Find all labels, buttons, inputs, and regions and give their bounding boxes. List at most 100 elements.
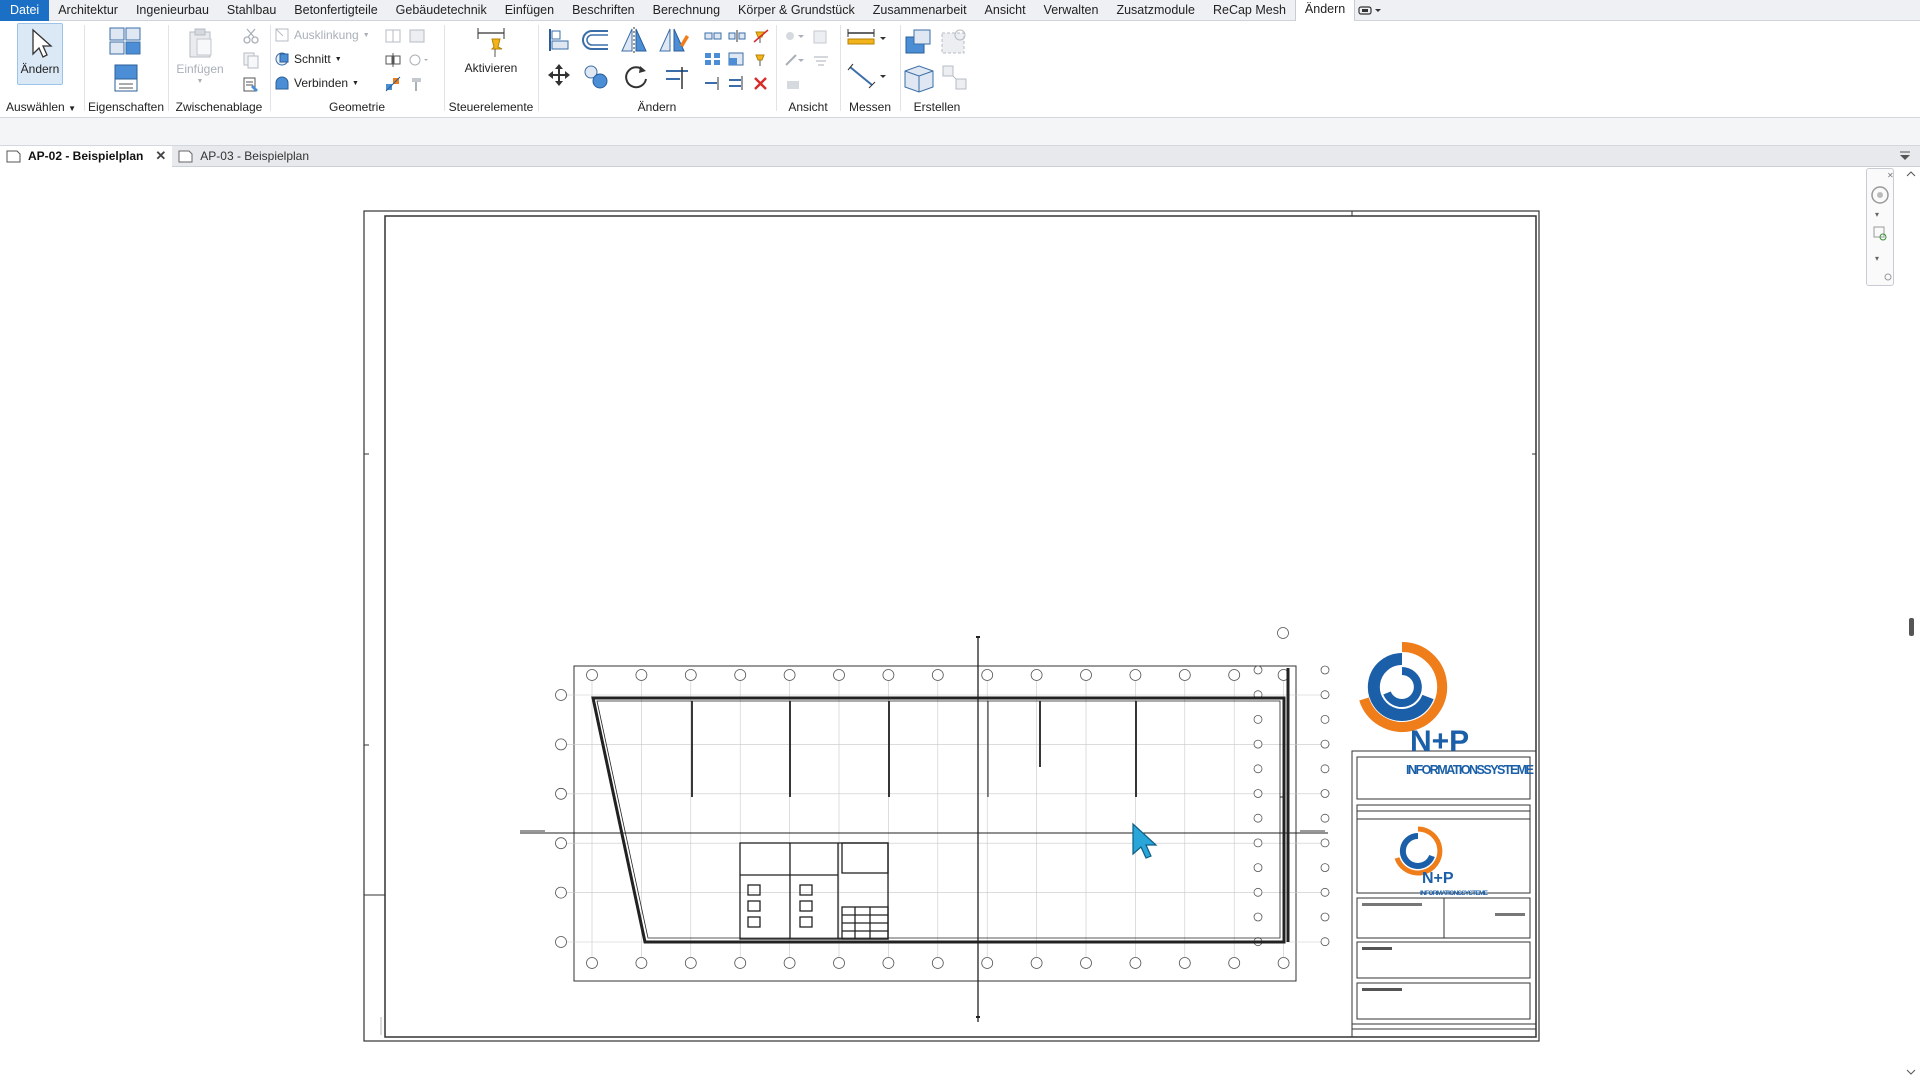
paste-button[interactable]: Einfügen ▼: [175, 27, 225, 85]
tab-aendern[interactable]: Ändern: [1294, 0, 1356, 21]
split-element-icon[interactable]: [704, 29, 722, 43]
tab-koerper-grundstueck[interactable]: Körper & Grundstück: [729, 0, 864, 21]
tab-zusammenarbeit[interactable]: Zusammenarbeit: [864, 0, 976, 21]
tab-einfuegen[interactable]: Einfügen: [496, 0, 563, 21]
similar-icon[interactable]: [940, 63, 970, 93]
activate-label: Aktivieren: [464, 61, 518, 75]
activate-button[interactable]: Aktivieren: [460, 25, 522, 75]
panel-messen: Messen: [842, 21, 898, 118]
panel-geometrie: Ausklinkung ▼ Schnitt ▼ Verbinden ▼ Geom…: [272, 21, 442, 118]
tab-beschriften[interactable]: Beschriften: [563, 0, 644, 21]
align-icon[interactable]: [546, 27, 572, 53]
paint-icon[interactable]: [408, 28, 426, 44]
sheet-outer-border: [363, 210, 1540, 1042]
chevron-down-icon: ▼: [334, 55, 342, 63]
logo-company-name: INFORMATIONSSYSTEME: [1406, 763, 1534, 777]
doc-tab-ap-02[interactable]: AP-02 - Beispielplan ✕: [0, 145, 173, 167]
panel-aendern: Ändern: [540, 21, 774, 118]
zoom-icon: [1873, 226, 1885, 238]
match-properties-icon[interactable]: [242, 75, 260, 93]
panel-label-auswaehlen[interactable]: Auswählen ▼: [0, 100, 82, 114]
create-group-icon[interactable]: [902, 63, 936, 95]
panel-label-auswaehlen-text: Auswählen: [6, 100, 65, 114]
split-gap-icon[interactable]: [728, 29, 746, 43]
create-parts-icon[interactable]: [938, 27, 970, 57]
tab-berechnung[interactable]: Berechnung: [644, 0, 729, 21]
settings-icon: [1884, 273, 1892, 281]
close-icon[interactable]: ✕: [1887, 171, 1894, 180]
modify-label: Ändern: [20, 62, 60, 76]
eraser-icon[interactable]: [784, 77, 802, 93]
camera-dropdown-icon: [1358, 6, 1382, 15]
contextual-tab-dropdown[interactable]: [1355, 0, 1385, 21]
trim-multiple-icon[interactable]: [728, 75, 746, 91]
move-icon[interactable]: [546, 63, 572, 89]
type-properties-icon[interactable]: [108, 26, 142, 58]
scrollbar-track: [1906, 171, 1916, 1075]
linework-brush-icon[interactable]: [784, 53, 808, 69]
panel-label-aendern: Ändern: [637, 100, 677, 114]
paste-label: Einfügen: [176, 62, 224, 76]
chevron-down-icon: ▼: [352, 79, 359, 87]
tab-recap-mesh[interactable]: ReCap Mesh: [1204, 0, 1295, 21]
chevron-down-icon: ▾: [1875, 254, 1879, 263]
chevron-down-icon: ▼: [68, 104, 76, 113]
drawing-canvas[interactable]: N+P INFORMATIONSSYSTEME N+P INFORMATIONS…: [0, 167, 1920, 1080]
panel-erstellen: Erstellen: [902, 21, 972, 118]
filter-icon[interactable]: [812, 53, 830, 69]
scissors-icon[interactable]: [242, 27, 260, 45]
tab-datei[interactable]: Datei: [0, 0, 50, 21]
sheet-icon: [6, 150, 21, 163]
trim-extend-icon[interactable]: [662, 63, 692, 91]
tab-list-dropdown-icon[interactable]: [1896, 149, 1916, 163]
wall-joins-icon[interactable]: [384, 28, 402, 44]
copy-icon[interactable]: [242, 51, 260, 69]
tab-betonfertigteile[interactable]: Betonfertigteile: [285, 0, 386, 21]
activate-controls-icon: [477, 28, 505, 57]
create-assembly-icon[interactable]: [902, 27, 934, 57]
rotate-icon[interactable]: [622, 63, 650, 91]
demolish-icon[interactable]: [408, 52, 430, 68]
doc-tab-ap-03[interactable]: AP-03 - Beispielplan: [172, 146, 315, 167]
mirror-pick-axis-icon[interactable]: [620, 25, 650, 55]
copy-elements-icon[interactable]: [582, 63, 610, 91]
join-label: Verbinden: [294, 76, 349, 90]
tab-stahlbau[interactable]: Stahlbau: [218, 0, 285, 21]
split-face-icon[interactable]: [384, 52, 402, 68]
pin-icon[interactable]: [752, 51, 770, 67]
hammer-icon[interactable]: [408, 76, 426, 92]
scale-icon[interactable]: [728, 51, 746, 67]
unpin-icon[interactable]: [752, 28, 770, 44]
override-graphics-icon[interactable]: [784, 29, 808, 45]
cut-geometry-icon: [275, 52, 289, 66]
cope-button[interactable]: Ausklinkung ▼: [274, 27, 370, 43]
doc-tab-label: AP-03 - Beispielplan: [200, 149, 310, 163]
close-icon[interactable]: ✕: [155, 148, 166, 164]
tab-gebaeudetechnik[interactable]: Gebäudetechnik: [387, 0, 496, 21]
measure-distance-icon[interactable]: [846, 27, 892, 51]
panel-label-steuerelemente: Steuerelemente: [448, 100, 534, 114]
linework-icon[interactable]: [384, 76, 402, 92]
hide-element-icon[interactable]: [812, 29, 830, 45]
tab-ansicht[interactable]: Ansicht: [976, 0, 1035, 21]
offset-icon[interactable]: [580, 27, 612, 53]
tab-ingenieurbau[interactable]: Ingenieurbau: [127, 0, 218, 21]
trim-single-icon[interactable]: [704, 75, 722, 91]
array-icon[interactable]: [704, 51, 722, 67]
chevron-up-icon: [1906, 171, 1916, 177]
tab-architektur[interactable]: Architektur: [49, 0, 127, 21]
panel-zwischenablage: Einfügen ▼ Zwischenablage: [170, 21, 268, 118]
vertical-scrollbar[interactable]: [1902, 170, 1920, 1080]
modify-button[interactable]: Ändern: [17, 23, 63, 85]
delete-icon[interactable]: [752, 75, 770, 91]
properties-icon[interactable]: [112, 63, 140, 93]
join-button[interactable]: Verbinden ▼: [274, 75, 359, 91]
tab-zusatzmodule[interactable]: Zusatzmodule: [1107, 0, 1204, 21]
sheet-view[interactable]: N+P INFORMATIONSSYSTEME N+P INFORMATIONS…: [0, 167, 1900, 1080]
chevron-down-icon: [1906, 1069, 1916, 1075]
cut-button[interactable]: Schnitt ▼: [274, 51, 342, 67]
mirror-draw-axis-icon[interactable]: [658, 25, 690, 55]
aligned-dimension-icon[interactable]: [846, 61, 892, 91]
tab-verwalten[interactable]: Verwalten: [1035, 0, 1108, 21]
ribbon-tab-bar: Datei Architektur Ingenieurbau Stahlbau …: [0, 0, 1920, 21]
